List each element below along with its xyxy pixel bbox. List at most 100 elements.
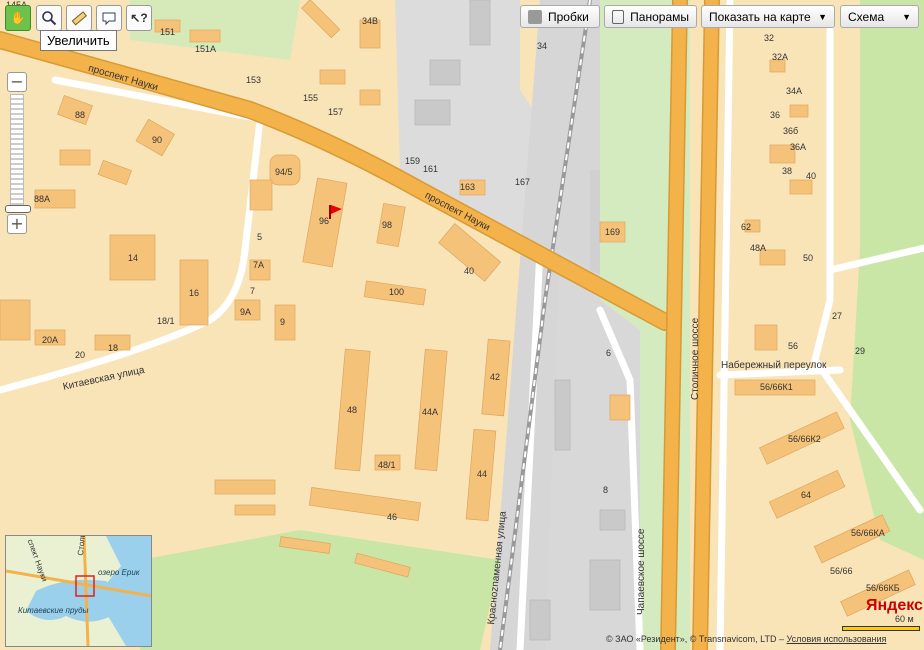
building-label: 38 xyxy=(782,166,793,176)
zoom-in-button[interactable]: + xyxy=(7,214,27,234)
traffic-icon xyxy=(528,9,542,24)
help-cursor-icon: ↖? xyxy=(130,11,148,25)
building-label: 56/66 xyxy=(830,566,853,576)
zoom-control[interactable]: − + xyxy=(5,72,31,234)
building-label: 32 xyxy=(764,33,775,43)
magnifier-icon xyxy=(42,11,57,26)
building-label: 36 xyxy=(770,110,781,120)
building-label: 36б xyxy=(783,126,799,136)
building-label: 9 xyxy=(280,317,286,327)
zoom-tool-button[interactable] xyxy=(36,5,62,31)
building-label: 169 xyxy=(605,227,621,237)
building-label: 161 xyxy=(423,164,439,174)
yandex-logo: Яндекс xyxy=(866,597,923,614)
building-label: 6 xyxy=(606,348,612,358)
building-label: 7 xyxy=(250,286,256,296)
street-label-chapaevskoe: Чапаевское шоссе xyxy=(636,528,647,616)
building-label: 18/1 xyxy=(157,316,175,326)
minus-icon: − xyxy=(10,72,24,91)
building-label: 100 xyxy=(389,287,405,297)
zoom-out-button[interactable]: − xyxy=(7,72,27,92)
building-label: 20А xyxy=(42,335,59,345)
building-label: 163 xyxy=(460,182,476,192)
building-label: 90 xyxy=(152,135,163,145)
traffic-button[interactable]: Пробки xyxy=(520,5,600,28)
building-label: 40 xyxy=(464,266,475,276)
ruler-tool-button[interactable] xyxy=(66,5,92,31)
building-label: 14 xyxy=(128,253,139,263)
terms-link[interactable]: Условия использования xyxy=(786,634,886,644)
balloon-icon xyxy=(102,12,116,26)
building-label: 159 xyxy=(405,156,421,166)
building-label: 5 xyxy=(257,232,263,242)
scale-bar xyxy=(842,626,920,631)
zoom-slider-handle[interactable] xyxy=(5,205,31,213)
building-label: 88 xyxy=(75,110,86,120)
building-label: 62 xyxy=(741,222,752,232)
building-label: 34А xyxy=(786,86,803,96)
building-label: 56/66КБ xyxy=(866,583,900,593)
building-label: 56/66К2 xyxy=(788,434,821,444)
building-label: 151А xyxy=(195,44,217,54)
panorama-icon xyxy=(612,9,625,24)
chevron-down-icon: ▼ xyxy=(902,11,911,22)
building-label: 42 xyxy=(490,372,501,382)
map-type-label: Схема xyxy=(848,9,885,24)
building-label: 50 xyxy=(803,253,814,263)
building-label: 16 xyxy=(189,288,200,298)
building-label: 48 xyxy=(347,405,358,415)
building-label: 98 xyxy=(382,220,393,230)
traffic-label: Пробки xyxy=(548,9,589,24)
building-label: 34В xyxy=(362,16,379,26)
ruler-icon xyxy=(71,11,87,26)
building-label: 9А xyxy=(240,307,252,317)
scale-label: 60 м xyxy=(895,614,914,624)
minimap[interactable]: спект Науки Столичное озеро Ерик Китаевс… xyxy=(5,535,152,647)
building-label: 20 xyxy=(75,350,86,360)
building-label: 151 xyxy=(160,27,176,37)
zoom-track[interactable] xyxy=(10,94,24,212)
building-label: 48/1 xyxy=(378,460,396,470)
building-label: 157 xyxy=(328,107,344,117)
building-label: 56 xyxy=(788,341,799,351)
copyright-text: © ЗАО «Резидент», © Transnavicom, LTD – … xyxy=(606,634,886,644)
panoramas-button[interactable]: Панорамы xyxy=(604,5,697,28)
building-label: 167 xyxy=(515,177,531,187)
building-label: 8 xyxy=(603,485,609,495)
zoom-tooltip: Увеличить xyxy=(40,30,117,51)
plus-icon: + xyxy=(10,214,24,233)
building-label: 44А xyxy=(422,407,439,417)
hand-icon: ✋ xyxy=(10,11,26,25)
building-label: 88А xyxy=(34,194,51,204)
minimap-label: озеро Ерик xyxy=(98,568,140,577)
balloon-tool-button[interactable] xyxy=(96,5,122,31)
building-label: 27 xyxy=(832,311,843,321)
show-on-map-label: Показать на карте xyxy=(709,9,811,24)
building-label: 18 xyxy=(108,343,119,353)
help-tool-button[interactable]: ↖? xyxy=(126,5,152,31)
building-label: 155 xyxy=(303,93,319,103)
copyright-label: © ЗАО «Резидент», © Transnavicom, LTD – xyxy=(606,634,784,644)
building-label: 44 xyxy=(477,469,488,479)
building-label: 94/5 xyxy=(275,167,293,177)
building-label: 7А xyxy=(253,260,265,270)
street-label-stolichnoe: Столичное шоссе xyxy=(690,317,701,400)
building-label: 56/66К1 xyxy=(760,382,793,392)
show-on-map-dropdown[interactable]: Показать на карте ▼ xyxy=(701,5,835,28)
building-label: 48А xyxy=(750,243,767,253)
building-label: 56/66КА xyxy=(851,528,885,538)
building-label: 153 xyxy=(246,75,262,85)
panoramas-label: Панорамы xyxy=(630,9,689,24)
building-label: 96 xyxy=(319,216,330,226)
building-label: 40 xyxy=(806,171,817,181)
building-label: 36А xyxy=(790,142,807,152)
building-label: 64 xyxy=(801,490,812,500)
chevron-down-icon: ▼ xyxy=(818,11,827,22)
street-label-naberezhny: Набережный переулок xyxy=(721,360,827,371)
hand-tool-button[interactable]: ✋ xyxy=(5,5,31,31)
building-label: 32А xyxy=(772,52,789,62)
minimap-label: Китаевские пруды xyxy=(18,606,89,615)
map-type-dropdown[interactable]: Схема ▼ xyxy=(840,5,919,28)
building-label: 34 xyxy=(537,41,548,51)
building-label: 46 xyxy=(387,512,398,522)
